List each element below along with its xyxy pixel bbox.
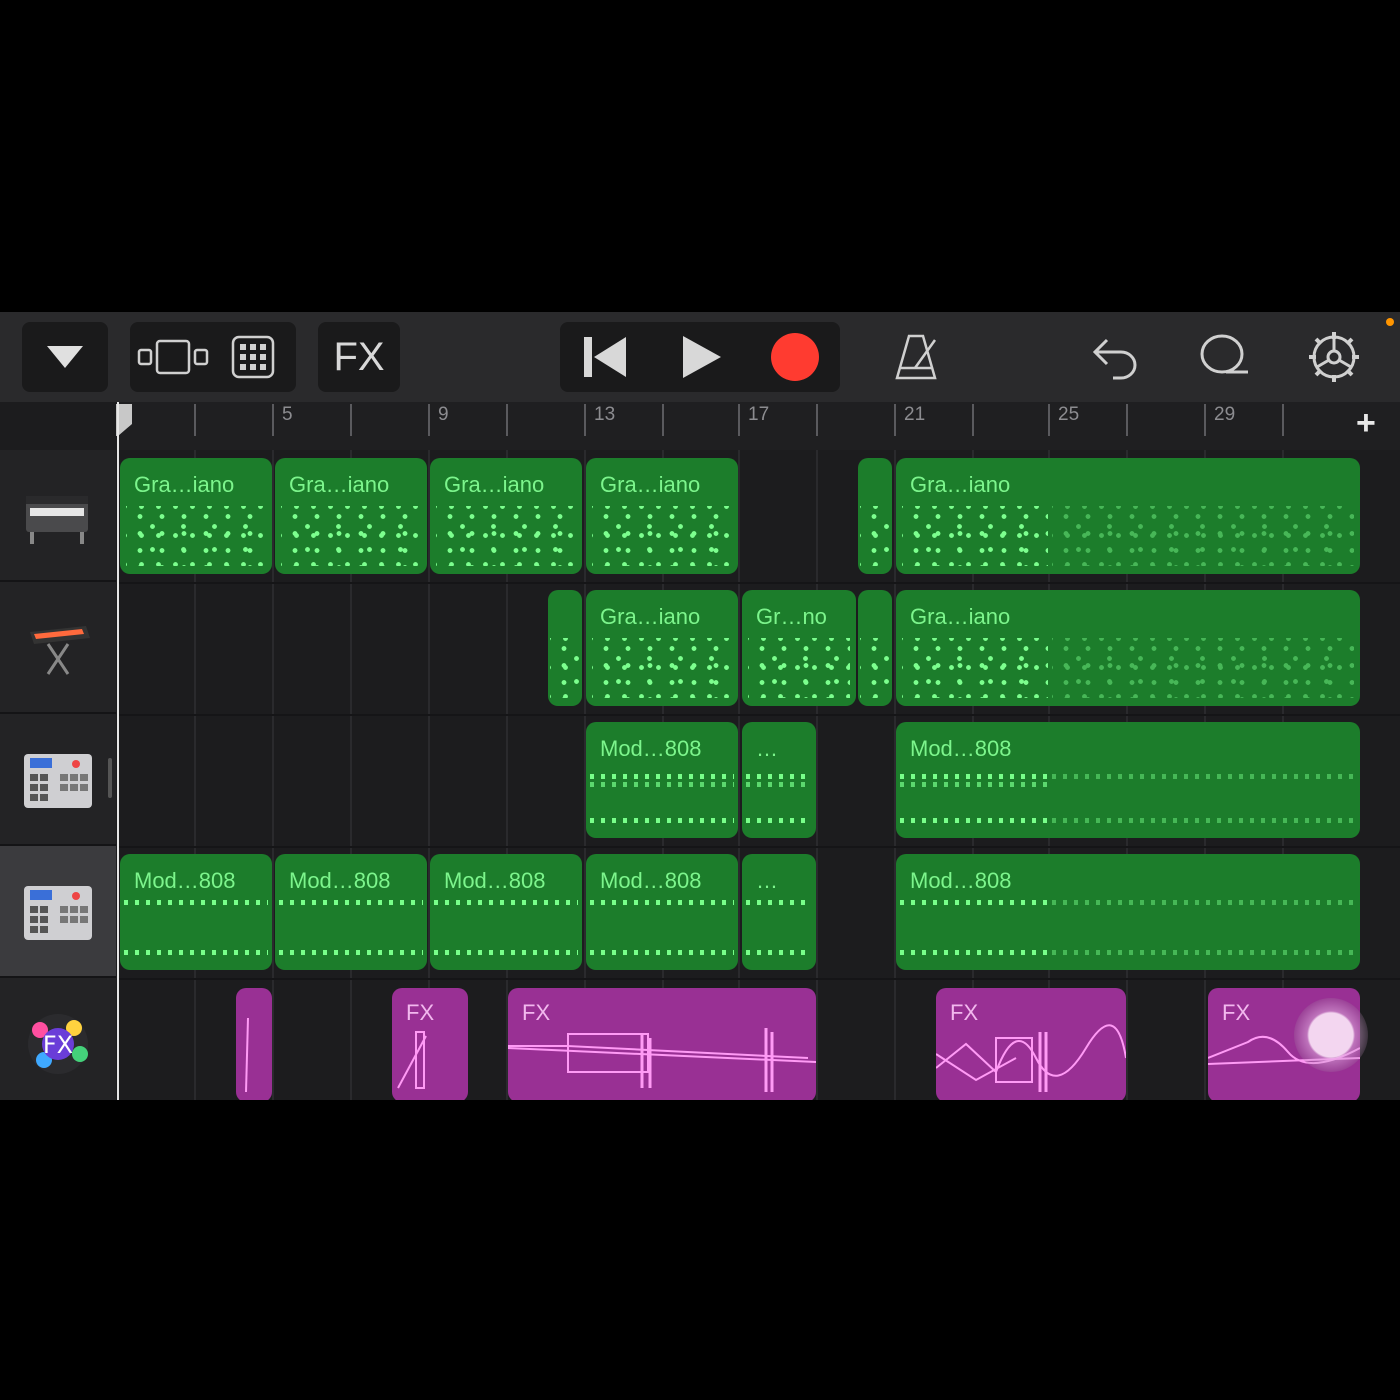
settings-icon bbox=[1309, 332, 1359, 382]
region-title: Gra…iano bbox=[600, 472, 701, 497]
loop-browser-button[interactable] bbox=[1188, 322, 1260, 392]
region-title: Mod…808 bbox=[910, 736, 1012, 761]
fx-button-label: FX bbox=[333, 334, 385, 379]
track-header-drums[interactable] bbox=[0, 714, 116, 846]
region-grand-piano[interactable]: Gra…iano bbox=[586, 590, 738, 706]
view-toggle-group bbox=[130, 322, 296, 392]
region-grand-piano[interactable]: Gra…iano bbox=[275, 458, 427, 574]
region-title: Gra…iano bbox=[600, 604, 701, 629]
region-title: Gra…iano bbox=[910, 604, 1011, 629]
metronome-icon bbox=[895, 334, 937, 380]
ruler-label: 13 bbox=[594, 404, 616, 425]
chevron-down-icon bbox=[47, 346, 83, 368]
region-title: Mod…808 bbox=[600, 868, 702, 893]
ruler-label: 9 bbox=[438, 404, 449, 425]
grand-piano-icon bbox=[26, 496, 88, 544]
region-title: Mod…808 bbox=[134, 868, 236, 893]
undo-icon bbox=[1092, 338, 1137, 380]
ruler[interactable]: 5 9 13 17 21 25 29 + bbox=[116, 402, 1400, 450]
status-dot bbox=[1386, 318, 1394, 326]
playhead[interactable] bbox=[117, 402, 119, 1100]
region-drum-machine[interactable]: Mod…808 bbox=[275, 854, 427, 970]
track-lane-3: Mod…808 … Mod…808 bbox=[118, 714, 1400, 848]
region-title: Gr…no bbox=[756, 604, 827, 629]
region-drum-machine[interactable]: Mod…808 bbox=[586, 854, 738, 970]
drum-machine-icon bbox=[24, 754, 92, 808]
region-fx[interactable]: FX bbox=[508, 988, 816, 1100]
region-grand-piano[interactable] bbox=[858, 458, 892, 574]
track-header-drums-selected[interactable] bbox=[0, 846, 116, 978]
play-icon bbox=[683, 336, 721, 378]
fx-button[interactable]: FX bbox=[318, 322, 400, 392]
track-lane-1: Gra…iano Gra…iano Gra…iano Gra…iano Gra…… bbox=[118, 450, 1400, 584]
ruler-label: 17 bbox=[748, 404, 770, 425]
ruler-label: 21 bbox=[904, 404, 926, 425]
region-grand-piano[interactable]: Gra…iano bbox=[896, 590, 1360, 706]
region-grand-piano[interactable]: Gra…iano bbox=[120, 458, 272, 574]
play-button[interactable] bbox=[650, 322, 750, 392]
ruler-label: 25 bbox=[1058, 404, 1080, 425]
record-button[interactable] bbox=[750, 322, 840, 392]
fx-icon: FX bbox=[28, 1014, 88, 1074]
region-title: Gra…iano bbox=[910, 472, 1011, 497]
ruler-label: 29 bbox=[1214, 404, 1236, 425]
track-lane-2: Gra…iano Gr…no Gra…iano bbox=[118, 582, 1400, 716]
region-drum-machine[interactable]: … bbox=[742, 854, 816, 970]
region-title: Mod…808 bbox=[444, 868, 546, 893]
region-grand-piano[interactable]: Gr…no bbox=[742, 590, 856, 706]
tracks-view-button[interactable] bbox=[133, 322, 213, 392]
region-fx[interactable]: FX bbox=[392, 988, 468, 1100]
rewind-button[interactable] bbox=[560, 322, 650, 392]
record-icon bbox=[771, 333, 819, 381]
region-grand-piano[interactable]: Gra…iano bbox=[896, 458, 1360, 574]
resize-handle[interactable] bbox=[108, 758, 112, 798]
region-drum-machine[interactable]: Mod…808 bbox=[586, 722, 738, 838]
track-lane-4: Mod…808 Mod…808 Mod…808 Mod…808 … Mod…80… bbox=[118, 846, 1400, 980]
my-songs-button[interactable] bbox=[22, 322, 108, 392]
tracks-area: FX Gra…iano Gra…iano Gra…iano Gra…iano G… bbox=[0, 450, 1400, 1100]
touch-indicator bbox=[1294, 998, 1368, 1072]
track-header-keyboard[interactable] bbox=[0, 582, 116, 714]
settings-button[interactable] bbox=[1298, 322, 1370, 392]
track-lane-5: FX FX FX FX bbox=[118, 978, 1400, 1100]
transport-group bbox=[560, 322, 840, 392]
track-header-fx[interactable]: FX bbox=[0, 978, 116, 1100]
grid-view-button[interactable] bbox=[213, 322, 293, 392]
region-title: Gra…iano bbox=[289, 472, 390, 497]
region-grand-piano[interactable] bbox=[548, 590, 582, 706]
region-title: Gra…iano bbox=[134, 472, 235, 497]
svg-text:FX: FX bbox=[43, 1031, 73, 1059]
drum-machine-icon bbox=[24, 886, 92, 940]
region-title: Mod…808 bbox=[289, 868, 391, 893]
ruler-label: 5 bbox=[282, 404, 293, 425]
region-drum-machine[interactable]: Mod…808 bbox=[896, 854, 1360, 970]
tracks-view-icon bbox=[137, 339, 209, 375]
region-grand-piano[interactable]: Gra…iano bbox=[430, 458, 582, 574]
loop-icon bbox=[1200, 334, 1248, 374]
region-drum-machine[interactable]: Mod…808 bbox=[430, 854, 582, 970]
region-drum-machine[interactable]: … bbox=[742, 722, 816, 838]
region-grand-piano[interactable] bbox=[858, 590, 892, 706]
region-drum-machine[interactable]: Mod…808 bbox=[120, 854, 272, 970]
toolbar: FX bbox=[0, 312, 1400, 402]
region-grand-piano[interactable]: Gra…iano bbox=[586, 458, 738, 574]
region-title: … bbox=[756, 868, 778, 893]
undo-button[interactable] bbox=[1080, 322, 1152, 392]
region-title: Gra…iano bbox=[444, 472, 545, 497]
rewind-icon bbox=[584, 337, 626, 377]
region-title: … bbox=[756, 736, 778, 761]
region-title: Mod…808 bbox=[600, 736, 702, 761]
metronome-button[interactable] bbox=[880, 322, 952, 392]
keyboard-stand-icon bbox=[30, 626, 90, 675]
region-title: Mod…808 bbox=[910, 868, 1012, 893]
grid-view-icon bbox=[231, 335, 275, 379]
region-fx[interactable] bbox=[236, 988, 272, 1100]
track-header-piano[interactable] bbox=[0, 450, 116, 582]
region-fx[interactable]: FX bbox=[936, 988, 1126, 1100]
garageband-window: FX 5 9 13 17 21 25 29 + FX Gra…iano Gra…… bbox=[0, 312, 1400, 1100]
region-drum-machine[interactable]: Mod…808 bbox=[896, 722, 1360, 838]
add-section-button[interactable]: + bbox=[1356, 404, 1376, 443]
